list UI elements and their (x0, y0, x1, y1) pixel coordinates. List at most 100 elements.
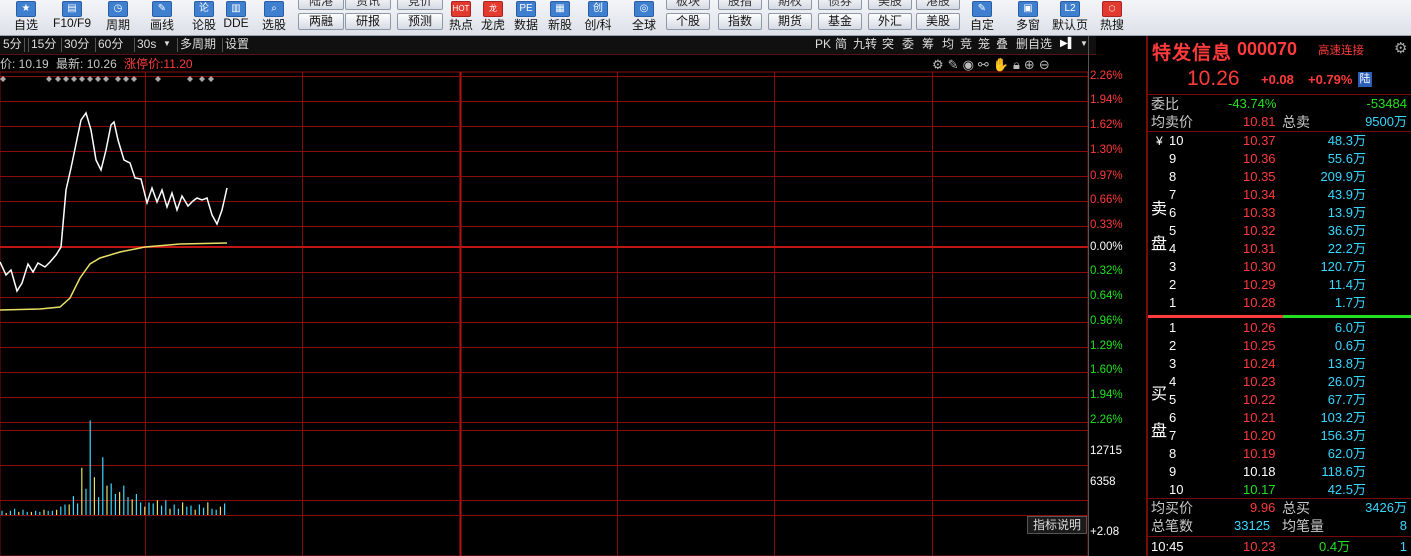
clock-icon: ◷ (108, 1, 128, 17)
tick-count: 1 (1399, 539, 1407, 554)
dragon-icon: 龙 (483, 1, 503, 17)
sell-level-row[interactable]: 2 10.29 11.4万 (1148, 276, 1411, 294)
period-tab[interactable]: 60分 (98, 37, 123, 52)
toolbar-globe-button[interactable]: ◎ 全球 (626, 0, 662, 35)
sell-level-row[interactable]: 6 10.33 13.9万 (1148, 204, 1411, 222)
toolbar-button[interactable]: 指数 (718, 13, 762, 30)
pen-icon[interactable]: ✎ (948, 57, 963, 72)
period-tab[interactable]: 多周期 (180, 37, 216, 52)
buy-level-row[interactable]: 7 10.20 156.3万 (1148, 427, 1411, 445)
toolbar-button[interactable]: 研报 (345, 13, 391, 30)
sell-level-row[interactable]: 3 10.30 120.7万 (1148, 258, 1411, 276)
axis-label-down: 0.64% (1090, 290, 1123, 302)
toolbar-hot-button[interactable]: HOT 热点 (446, 0, 476, 35)
settings-icon[interactable]: ⚙ (932, 57, 948, 72)
tick-row: 10:45 10.23 0.4万 1 (1148, 538, 1411, 556)
expand-panel-icon[interactable]: ▶▌ (1060, 38, 1075, 49)
average-price-line (0, 242, 228, 311)
toolbar-magnifier-button[interactable]: ⌕ 选股 (256, 0, 292, 35)
toolbar-l2-button[interactable]: L2 默认页 (1050, 0, 1090, 35)
sell-level-row[interactable]: 9 10.36 55.6万 (1148, 150, 1411, 168)
toolbar-button[interactable]: 基金 (818, 13, 862, 30)
chart-tool-button[interactable]: 均 (942, 37, 954, 52)
sell-level-row[interactable]: 7 10.34 43.9万 (1148, 186, 1411, 204)
sell-level-row[interactable]: 5 10.32 36.6万 (1148, 222, 1411, 240)
toolbar-dragon-button[interactable]: 龙龙虎 (478, 0, 508, 35)
toolbar-button[interactable]: 个股 (666, 13, 710, 30)
level-volume: 6.0万 (1334, 320, 1366, 335)
toolbar-top-button[interactable]: 板块 (666, 0, 710, 10)
buy-level-row[interactable]: 2 10.25 0.6万 (1148, 337, 1411, 355)
period-tab[interactable]: 15分 (31, 37, 56, 52)
buy-level-row[interactable]: 8 10.19 62.0万 (1148, 445, 1411, 463)
toolbar-pen-button[interactable]: ✎ 画线 (144, 0, 180, 35)
eye-icon[interactable]: ◉ (963, 57, 978, 72)
toolbar-hotsearch-button[interactable]: ⬡ 热搜 (1094, 0, 1130, 35)
chart-tool-button[interactable]: 竞 (960, 37, 972, 52)
sell-level-row[interactable]: 8 10.35 209.9万 (1148, 168, 1411, 186)
chart-tool-button[interactable]: PK (815, 37, 831, 52)
toolbar-button[interactable]: 期货 (768, 13, 812, 30)
period-dropdown-icon[interactable]: ▼ (163, 39, 171, 48)
toolbar-top-button[interactable]: 资讯 (345, 0, 391, 10)
toolbar-label: 周期 (105, 18, 130, 32)
toolbar-top-button[interactable]: 债券 (818, 0, 862, 10)
toolbar-pe-button[interactable]: PE 数据 (510, 0, 542, 35)
level-price: 10.34 (1243, 187, 1276, 202)
intraday-chart[interactable] (0, 0, 1146, 556)
chevron-down-icon[interactable]: ▼ (1080, 39, 1088, 48)
toolbar-clock-button[interactable]: ◷ 周期 (100, 0, 136, 35)
buy-level-row[interactable]: 10 10.17 42.5万 (1148, 481, 1411, 499)
sell-level-row[interactable]: 10 10.37 48.3万 (1148, 132, 1411, 150)
lock-icon[interactable]: 🔒︎ (1013, 57, 1024, 72)
toolbar-label: 数据 (513, 18, 538, 32)
toolbar-multiwindow-button[interactable]: ▣ 多窗 (1010, 0, 1046, 35)
link-icon[interactable]: ⚯ (978, 57, 993, 72)
period-tab[interactable]: 30分 (64, 37, 89, 52)
toolbar-top-button[interactable]: 美股 (868, 0, 912, 10)
chart-tool-button[interactable]: 叠 (996, 37, 1008, 52)
chart-tool-button[interactable]: 突 (882, 37, 894, 52)
toolbar-dde-button[interactable]: ▥ DDE (222, 0, 250, 35)
zoom-in-icon[interactable]: ⊕ (1024, 57, 1039, 72)
chart-tool-button[interactable]: 筹 (922, 37, 934, 52)
toolbar-top-button[interactable]: 陆港 (298, 0, 344, 10)
toolbar-button[interactable]: 两融 (298, 13, 344, 30)
buy-level-row[interactable]: 9 10.18 118.6万 (1148, 463, 1411, 481)
toolbar-custom-button[interactable]: ✎ 自定 (964, 0, 1000, 35)
sell-side-label: 盘 (1151, 236, 1168, 253)
chart-tool-button[interactable]: 委 (902, 37, 914, 52)
buy-level-row[interactable]: 3 10.24 13.8万 (1148, 355, 1411, 373)
buy-level-row[interactable]: 5 10.22 67.7万 (1148, 391, 1411, 409)
toolbar-star-button[interactable]: ★ 自选 (8, 0, 44, 35)
chart-tool-button[interactable]: 删自选 (1016, 37, 1052, 52)
chart-tool-button[interactable]: 九转 (853, 37, 877, 52)
toolbar-button[interactable]: 外汇 (868, 13, 912, 30)
indicator-explain-button[interactable]: 指标说明 (1027, 516, 1087, 534)
zoom-out-icon[interactable]: ⊖ (1039, 57, 1054, 72)
period-tab[interactable]: 设置 (225, 37, 249, 52)
toolbar-chuangke-button[interactable]: 创创/科 (580, 0, 616, 35)
buy-level-row[interactable]: 4 10.23 26.0万 (1148, 373, 1411, 391)
sell-level-row[interactable]: 1 10.28 1.7万 (1148, 294, 1411, 312)
gear-icon[interactable]: ⚙ (1394, 39, 1407, 57)
toolbar-button[interactable]: 美股 (916, 13, 960, 30)
chart-tool-button[interactable]: 简 (835, 37, 847, 52)
sell-level-row[interactable]: 4 10.31 22.2万 (1148, 240, 1411, 258)
toolbar-label: 创/科 (584, 18, 612, 32)
toolbar-top-button[interactable]: 港股 (916, 0, 960, 10)
toolbar-newstock-button[interactable]: ▦ 新股 (544, 0, 576, 35)
toolbar-top-button[interactable]: 股指 (718, 0, 762, 10)
buy-level-row[interactable]: 6 10.21 103.2万 (1148, 409, 1411, 427)
period-tab[interactable]: 5分 (3, 37, 22, 52)
toolbar-top-button[interactable]: 期权 (768, 0, 812, 10)
buy-level-row[interactable]: 1 10.26 6.0万 (1148, 319, 1411, 337)
toolbar-label: 多窗 (1015, 18, 1040, 32)
toolbar-button[interactable]: 预测 (397, 13, 443, 30)
toolbar-chat-button[interactable]: 论论股 (186, 0, 222, 35)
toolbar-top-button[interactable]: 竞价 (397, 0, 443, 10)
period-tab[interactable]: 30s (137, 37, 156, 52)
chart-tool-button[interactable]: 笼 (978, 37, 990, 52)
hand-icon[interactable]: ✋ (993, 57, 1013, 72)
toolbar-f10-button[interactable]: ▤ F10/F9 (50, 0, 94, 35)
